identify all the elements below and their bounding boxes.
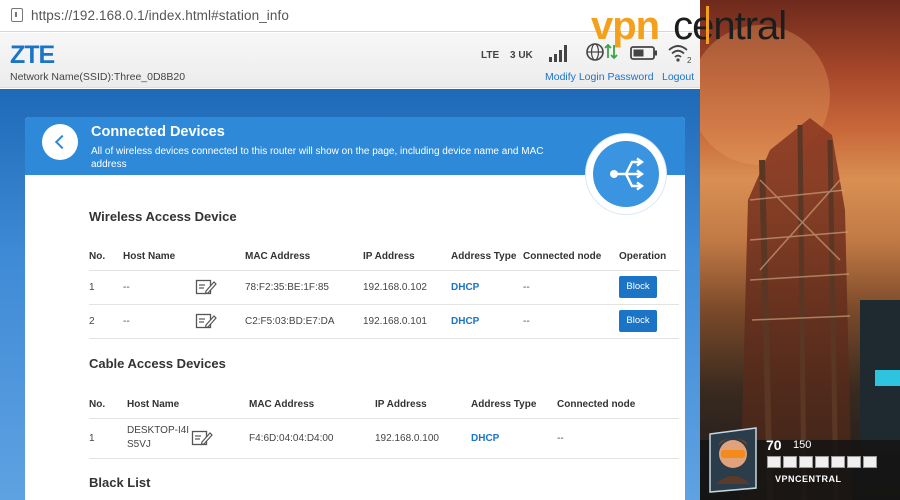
hud-max-health: 150 xyxy=(793,439,812,451)
zte-logo: ZTE xyxy=(10,41,55,69)
edit-icon[interactable] xyxy=(195,312,217,330)
row-address-type: DHCP xyxy=(451,303,523,339)
col-ip-address: IP Address xyxy=(375,398,427,410)
edit-icon[interactable] xyxy=(191,429,213,447)
block-button[interactable]: Block xyxy=(619,310,657,332)
row-ip-address: 192.168.0.102 xyxy=(363,269,451,304)
back-button[interactable] xyxy=(42,124,78,160)
cable-section-title: Cable Access Devices xyxy=(89,356,226,371)
watermark-vpn: vpn xyxy=(591,4,660,48)
chevron-left-icon xyxy=(54,134,70,150)
hud-health-bars xyxy=(767,456,877,468)
devices-badge xyxy=(586,134,666,214)
carrier-name: 3 UK xyxy=(510,50,533,61)
row-mac-address: C2:F5:03:BD:E7:DA xyxy=(245,303,363,339)
connected-devices-card: Connected Devices All of wireless device… xyxy=(25,117,685,500)
row-address-type: DHCP xyxy=(451,269,523,304)
col-no: No. xyxy=(89,250,106,262)
row-mac-address: 78:F2:35:BE:1F:85 xyxy=(245,269,363,304)
col-mac-address: MAC Address xyxy=(249,398,315,410)
table-row: 1 DESKTOP-I4IS5VJ F4:6D:04:04:D4:00 192.… xyxy=(89,417,679,459)
row-connected-node: -- xyxy=(523,303,619,339)
row-no: 2 xyxy=(89,303,123,339)
row-ip-address: 192.168.0.100 xyxy=(375,417,471,459)
col-address-type: Address Type xyxy=(451,250,517,262)
page-info-icon[interactable] xyxy=(7,6,27,26)
col-no: No. xyxy=(89,398,106,410)
ssid-label: Network Name(SSID):Three_0D8B20 xyxy=(10,71,186,83)
vpncentral-watermark: vpn central xyxy=(591,4,787,49)
row-host-name: -- xyxy=(123,303,195,339)
page-title: Connected Devices xyxy=(91,124,225,140)
table-row: 1 -- 78:F2:35:BE:1F:85 192.168.0.102 DHC… xyxy=(89,269,679,304)
col-connected-node: Connected node xyxy=(523,250,602,262)
row-no: 1 xyxy=(89,417,127,459)
block-button[interactable]: Block xyxy=(619,276,657,298)
row-host-name: -- xyxy=(123,269,195,304)
hud-player-name: VPNCENTRAL xyxy=(775,474,842,484)
wifi-client-count: 2 xyxy=(687,56,692,64)
col-ip-address: IP Address xyxy=(363,250,415,262)
url-text[interactable]: https://192.168.0.1/index.html#station_i… xyxy=(31,8,289,23)
row-mac-address: F4:6D:04:04:D4:00 xyxy=(249,417,375,459)
col-mac-address: MAC Address xyxy=(245,250,311,262)
page-description: All of wireless devices connected to thi… xyxy=(91,146,544,170)
col-host-name: Host Name xyxy=(123,250,176,262)
col-operation: Operation xyxy=(619,250,667,262)
col-host-name: Host Name xyxy=(127,398,180,410)
network-share-icon xyxy=(610,157,645,191)
cable-devices-table: No. Host Name MAC Address IP Address Add… xyxy=(89,382,679,459)
row-no: 1 xyxy=(89,269,123,304)
blacklist-section-title: Black List xyxy=(89,475,151,490)
watermark-divider xyxy=(706,6,709,44)
row-ip-address: 192.168.0.101 xyxy=(363,303,451,339)
col-address-type: Address Type xyxy=(471,398,537,410)
modify-login-password-link[interactable]: Modify Login Password xyxy=(545,71,654,83)
table-row: 2 -- C2:F5:03:BD:E7:DA 192.168.0.101 DHC… xyxy=(89,303,679,339)
col-connected-node: Connected node xyxy=(557,398,636,410)
wireless-devices-table: No. Host Name MAC Address IP Address Add… xyxy=(89,235,679,339)
signal-strength-icon xyxy=(549,45,567,62)
watermark-central: central xyxy=(673,4,787,48)
hud-health: 70 xyxy=(766,437,782,453)
logout-link[interactable]: Logout xyxy=(662,71,694,83)
row-connected-node: -- xyxy=(557,417,679,459)
edit-icon[interactable] xyxy=(195,278,217,296)
row-connected-node: -- xyxy=(523,269,619,304)
row-address-type: DHCP xyxy=(471,417,557,459)
row-host-name: DESKTOP-I4IS5VJ xyxy=(127,417,191,459)
wireless-section-title: Wireless Access Device xyxy=(89,209,237,224)
network-type: LTE xyxy=(481,50,500,61)
player-avatar xyxy=(709,427,757,493)
